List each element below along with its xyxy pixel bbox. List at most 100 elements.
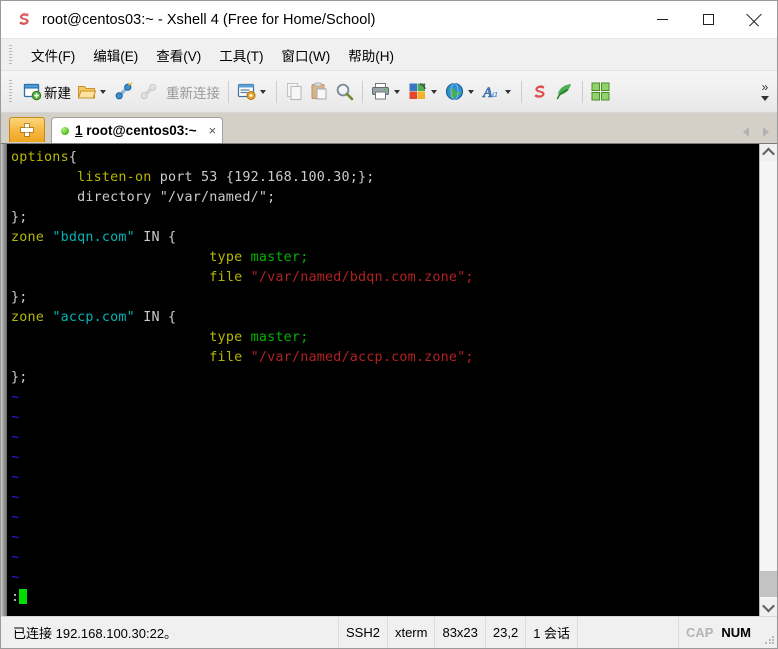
terminal-line: type master; (11, 248, 759, 268)
terminal-text: }; (11, 290, 28, 305)
status-term-type: xterm (388, 617, 436, 648)
menu-view[interactable]: 查看(V) (147, 42, 210, 68)
tab-bar: 1 root@centos03:~ × (1, 113, 777, 143)
xftp-button[interactable] (552, 77, 577, 107)
open-folder-button[interactable] (74, 77, 111, 107)
terminal-line: }; (11, 208, 759, 228)
terminal-text: ~ (11, 530, 20, 545)
terminal-output[interactable]: options{ listen-on port 53 {192.168.100.… (7, 144, 759, 616)
new-session-label: 新建 (44, 85, 71, 101)
tab-prev-icon[interactable] (743, 127, 749, 137)
terminal-scrollbar[interactable] (759, 144, 777, 616)
terminal-line: ~ (11, 448, 759, 468)
plus-icon (20, 123, 34, 137)
toolbar-separator-3 (362, 80, 363, 103)
terminal-text: IN { (134, 310, 177, 325)
copy-button (282, 77, 307, 107)
tile-grid-icon (591, 82, 610, 101)
terminal-text: master; (250, 250, 309, 265)
session-properties-button[interactable] (234, 77, 271, 107)
status-caps-lock: CAP (685, 625, 714, 640)
terminal-text: file (209, 350, 243, 365)
web-caret-icon[interactable] (468, 89, 474, 94)
terminal-line: ~ (11, 388, 759, 408)
terminal-text: type (209, 330, 243, 345)
new-tab-button[interactable] (9, 117, 45, 142)
terminal-text: directory "/var/named/"; (11, 190, 276, 205)
font-caret-icon[interactable] (505, 89, 511, 94)
terminal-line: ~ (11, 548, 759, 568)
terminal-line: zone "bdqn.com" IN { (11, 228, 759, 248)
properties-caret-icon[interactable] (260, 89, 266, 94)
status-connection: 已连接 192.168.100.30:22。 (1, 617, 339, 648)
menu-tools[interactable]: 工具(T) (210, 42, 272, 68)
font-button[interactable]: A a (479, 77, 516, 107)
reconnect-label: 重新连接 (166, 85, 220, 101)
connect-plug-icon (114, 82, 133, 101)
terminal-text: }; (11, 370, 28, 385)
tab-close-icon[interactable]: × (209, 124, 217, 137)
print-button[interactable] (368, 77, 405, 107)
tab-nav-group (743, 127, 769, 137)
terminal-text: zone (11, 230, 45, 245)
connect-button[interactable] (111, 77, 136, 107)
find-button[interactable] (332, 77, 357, 107)
paste-button (307, 77, 332, 107)
session-tab-1[interactable]: 1 root@centos03:~ × (51, 117, 224, 143)
xftp-icon (555, 82, 574, 101)
terminal-text: type (209, 250, 243, 265)
terminal-line: file "/var/named/bdqn.com.zone"; (11, 268, 759, 288)
maximize-button[interactable] (685, 1, 731, 38)
menu-window[interactable]: 窗口(W) (273, 42, 340, 68)
print-caret-icon[interactable] (394, 89, 400, 94)
resize-grip-icon[interactable] (758, 617, 777, 648)
tab-next-icon[interactable] (763, 127, 769, 137)
status-num-lock: NUM (721, 625, 751, 640)
minimize-button[interactable] (639, 1, 685, 38)
scrollbar-thumb[interactable] (760, 571, 777, 597)
scroll-up-button[interactable] (760, 144, 777, 161)
terminal-text: { (68, 150, 78, 165)
open-folder-icon (77, 82, 96, 101)
menubar-grip[interactable] (9, 44, 12, 65)
svg-text:a: a (492, 88, 498, 100)
arrange-button[interactable] (588, 77, 613, 107)
terminal-line: options{ (11, 148, 759, 168)
new-session-button[interactable]: 新建 (20, 77, 74, 107)
window-title: root@centos03:~ - Xshell 4 (Free for Hom… (42, 11, 376, 28)
new-window-icon (23, 82, 42, 101)
terminal-line: file "/var/named/accp.com.zone"; (11, 348, 759, 368)
toolbar-overflow-button[interactable]: » (757, 75, 773, 107)
menu-bar: 文件(F) 编辑(E) 查看(V) 工具(T) 窗口(W) 帮助(H) (1, 39, 777, 71)
terminal-line: : (11, 588, 759, 608)
scroll-down-icon (762, 599, 775, 613)
layout-button[interactable] (405, 77, 442, 107)
status-protocol: SSH2 (339, 617, 388, 648)
printer-icon (371, 82, 390, 101)
properties-icon (237, 82, 256, 101)
terminal-text: port 53 {192.168.100.30;}; (151, 170, 375, 185)
terminal-line: ~ (11, 528, 759, 548)
close-button[interactable] (731, 1, 777, 38)
toolbar-separator-4 (521, 80, 522, 103)
xshell-button[interactable] (527, 77, 552, 107)
scroll-down-button[interactable] (760, 599, 777, 616)
scrollbar-track[interactable] (760, 161, 777, 599)
open-folder-caret-icon[interactable] (100, 89, 106, 94)
overflow-chevrons-label: » (761, 80, 769, 94)
layout-caret-icon[interactable] (431, 89, 437, 94)
menu-help[interactable]: 帮助(H) (339, 42, 403, 68)
reconnect-button: 重新连接 (161, 77, 223, 107)
toolbar-grip[interactable] (9, 79, 12, 104)
menu-file[interactable]: 文件(F) (22, 42, 84, 68)
chevron-down-icon (761, 96, 769, 101)
menu-edit[interactable]: 编辑(E) (84, 42, 147, 68)
web-button[interactable] (442, 77, 479, 107)
terminal-line: ~ (11, 428, 759, 448)
terminal-area: options{ listen-on port 53 {192.168.100.… (1, 143, 777, 616)
terminal-text: ~ (11, 570, 20, 585)
toolbar-separator-1 (228, 80, 229, 103)
